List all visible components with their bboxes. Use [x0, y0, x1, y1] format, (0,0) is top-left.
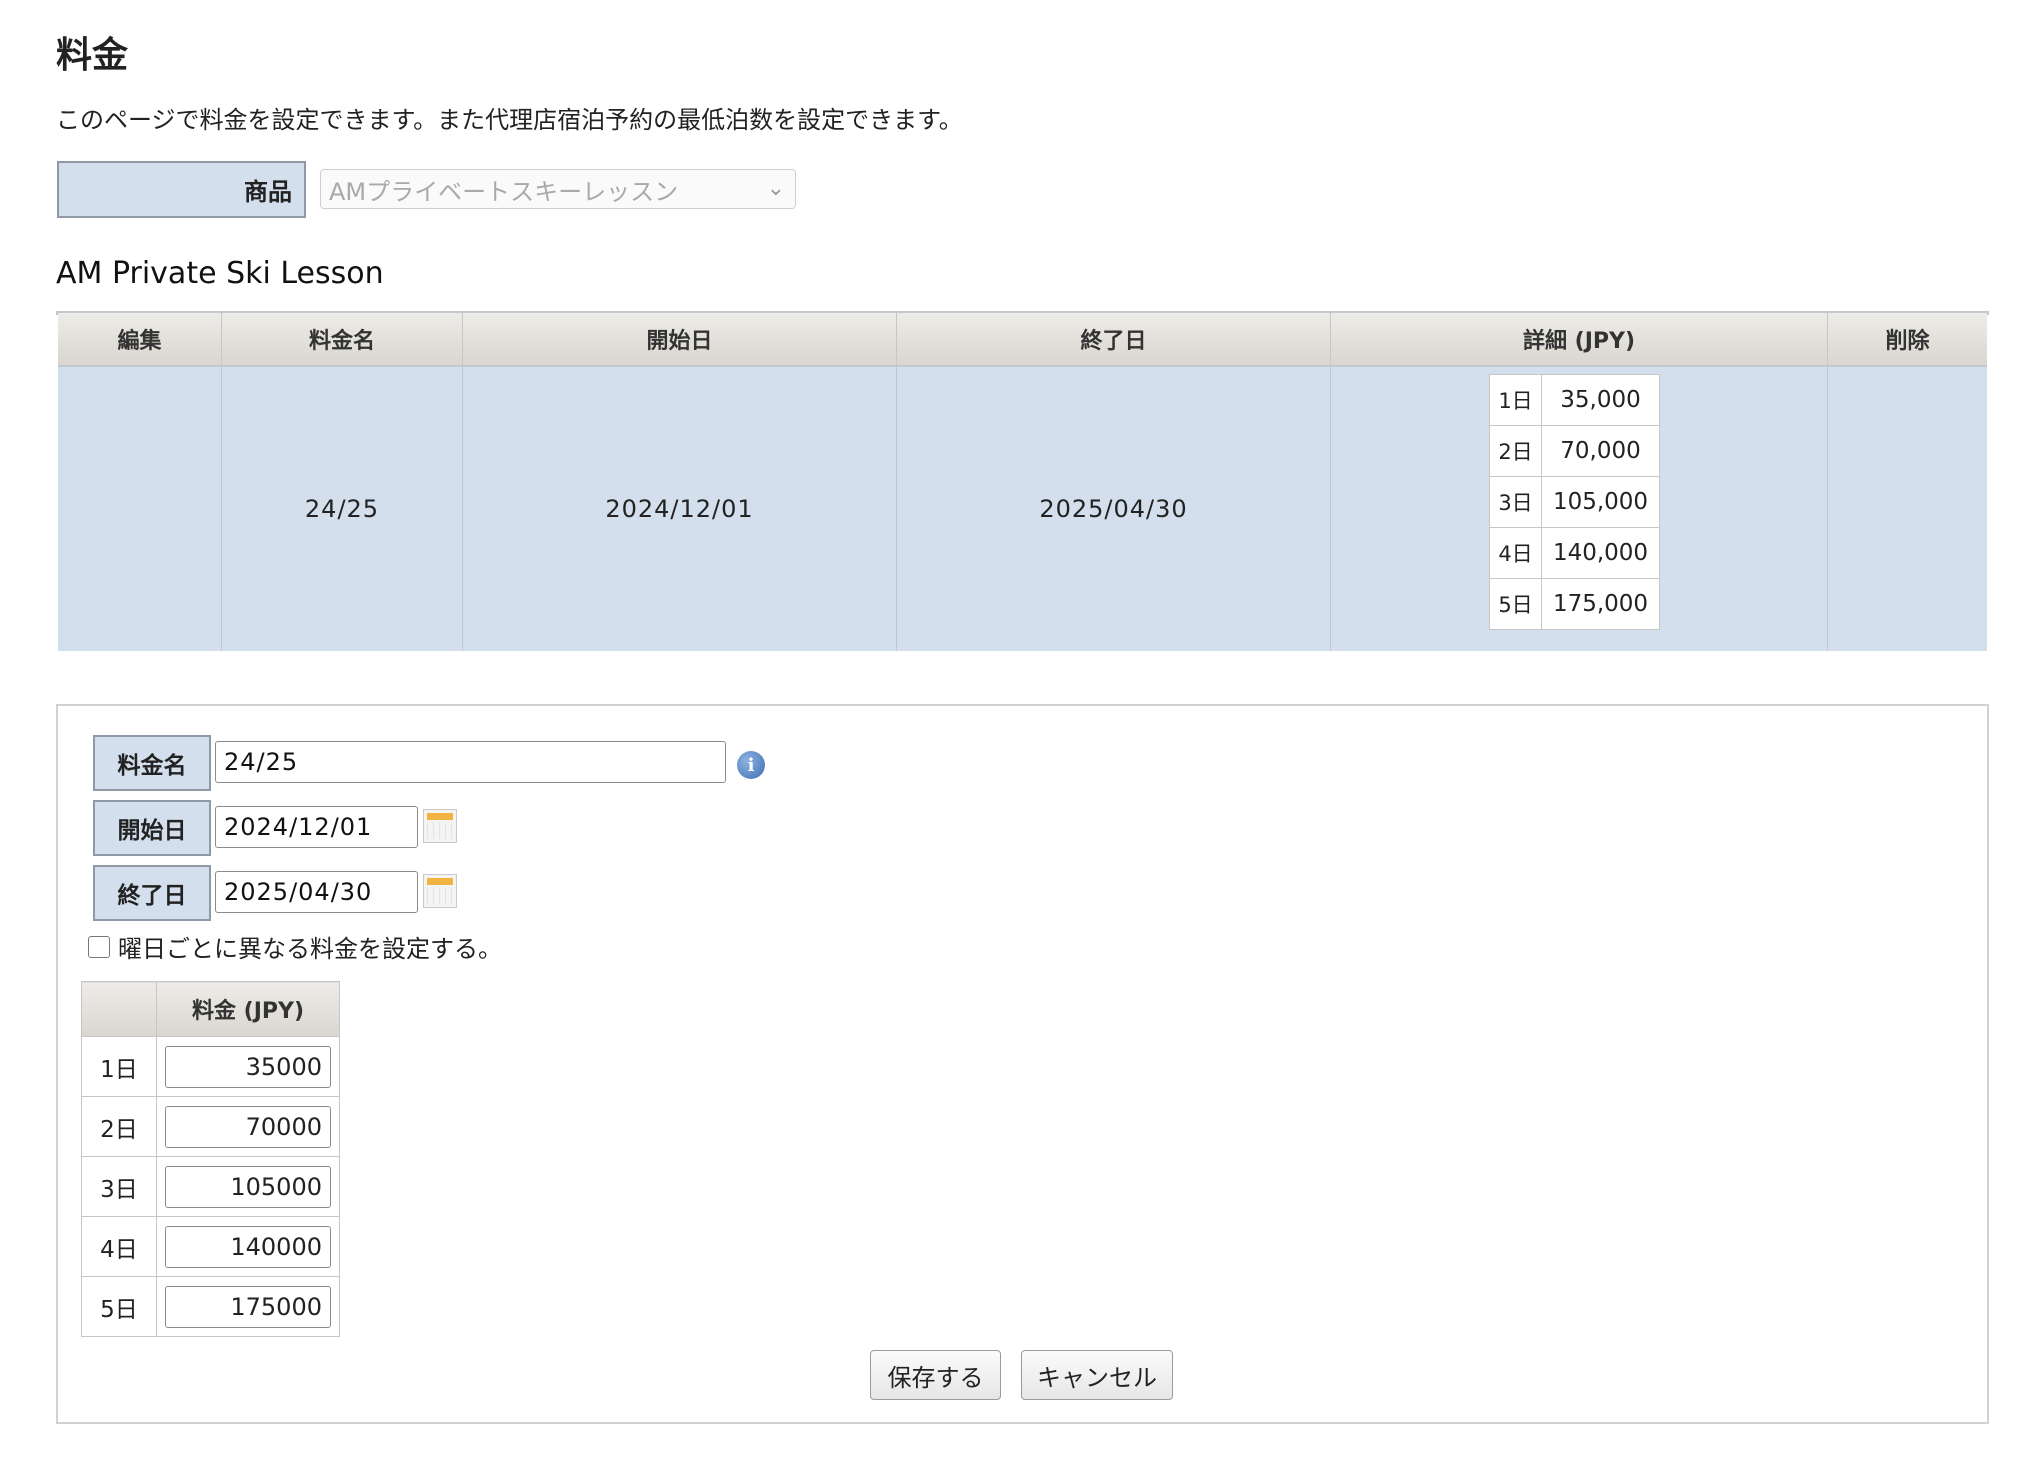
price-input[interactable]: 70000 — [165, 1105, 331, 1148]
rate-day: 3日 — [1489, 476, 1542, 528]
end-date-input[interactable]: 2025/04/30 — [215, 871, 418, 913]
price-header: 料金 (JPY) — [156, 981, 340, 1037]
rate-detail-row: 3日 105,000 — [1489, 476, 1660, 528]
price-table-corner — [81, 981, 157, 1037]
rates-table-header: 編集 料金名 開始日 終了日 詳細 (JPY) 削除 — [58, 313, 1987, 367]
rate-amount: 140,000 — [1541, 527, 1660, 579]
weekday-rate-checkbox-label: 曜日ごとに異なる料金を設定する。 — [118, 935, 502, 963]
rate-detail-row: 4日 140,000 — [1489, 527, 1660, 579]
price-row: 1日 35000 — [81, 1036, 340, 1097]
rate-details-table: 1日 35,000 2日 70,000 3日 105,000 4日 140,000 5日… — [1489, 374, 1660, 630]
product-label: 商品 — [57, 161, 306, 218]
price-input[interactable]: 140000 — [165, 1225, 331, 1268]
price-day: 2日 — [81, 1096, 157, 1157]
rate-detail-row: 1日 35,000 — [1489, 374, 1660, 426]
calendar-icon[interactable] — [423, 874, 457, 908]
header-edit: 編集 — [58, 313, 222, 365]
price-input[interactable]: 175000 — [165, 1285, 331, 1328]
header-rate-name: 料金名 — [222, 313, 463, 365]
page-title: 料金 — [56, 35, 129, 76]
rate-amount: 35,000 — [1541, 374, 1660, 426]
product-select-value: AMプライベートスキーレッスン — [329, 177, 679, 206]
cell-delete[interactable] — [1828, 367, 1987, 651]
start-date-input[interactable]: 2024/12/01 — [215, 806, 418, 848]
page-description: このページで料金を設定できます。また代理店宿泊予約の最低泊数を設定できます。 — [56, 106, 963, 134]
save-button[interactable]: 保存する — [870, 1350, 1001, 1400]
rate-day: 1日 — [1489, 374, 1542, 426]
price-input[interactable]: 105000 — [165, 1165, 331, 1208]
chevron-down-icon: ⌄ — [766, 176, 785, 201]
price-day: 3日 — [81, 1156, 157, 1217]
price-day: 4日 — [81, 1216, 157, 1277]
table-row[interactable]: 24/25 2024/12/01 2025/04/30 — [58, 367, 1987, 651]
rate-name-input[interactable]: 24/25 — [215, 741, 726, 783]
price-row: 4日 140000 — [81, 1216, 340, 1277]
rate-amount: 70,000 — [1541, 425, 1660, 477]
price-row: 3日 105000 — [81, 1156, 340, 1217]
rate-settings-page: 料金 このページで料金を設定できます。また代理店宿泊予約の最低泊数を設定できます… — [0, 0, 2032, 1458]
cell-end-date: 2025/04/30 — [897, 367, 1331, 651]
cell-start-date: 2024/12/01 — [463, 367, 897, 651]
cell-rate-name: 24/25 — [222, 367, 463, 651]
info-icon[interactable]: i — [737, 751, 765, 779]
section-title: AM Private Ski Lesson — [56, 256, 384, 291]
price-table-header: 料金 (JPY) — [81, 981, 340, 1037]
end-date-label: 終了日 — [93, 865, 211, 921]
price-day: 1日 — [81, 1036, 157, 1097]
rate-name-label: 料金名 — [93, 735, 211, 791]
rate-day: 2日 — [1489, 425, 1542, 477]
header-start-date: 開始日 — [463, 313, 897, 365]
header-details: 詳細 (JPY) — [1331, 313, 1828, 365]
weekday-rate-checkbox[interactable] — [88, 935, 110, 958]
cancel-button[interactable]: キャンセル — [1021, 1350, 1173, 1400]
product-select[interactable]: AMプライベートスキーレッスン ⌄ — [320, 169, 796, 209]
weekday-rate-option[interactable]: 曜日ごとに異なる料金を設定する。 — [88, 929, 502, 964]
header-delete: 削除 — [1885, 329, 1930, 354]
price-day: 5日 — [81, 1276, 157, 1337]
header-end-date: 終了日 — [897, 313, 1331, 365]
price-row: 2日 70000 — [81, 1096, 340, 1157]
rates-table: 編集 料金名 開始日 終了日 詳細 (JPY) 削除 24/25 2024/12… — [56, 311, 1989, 651]
rate-amount: 175,000 — [1541, 578, 1660, 630]
rate-amount: 105,000 — [1541, 476, 1660, 528]
price-table: 料金 (JPY) 1日 35000 2日 70000 3日 105000 4日 1400… — [81, 981, 340, 1337]
cell-edit[interactable] — [58, 367, 222, 651]
rate-day: 4日 — [1489, 527, 1542, 579]
rate-detail-row: 5日 175,000 — [1489, 578, 1660, 630]
price-input[interactable]: 35000 — [165, 1045, 331, 1088]
calendar-icon[interactable] — [423, 809, 457, 843]
rate-day: 5日 — [1489, 578, 1542, 630]
start-date-label: 開始日 — [93, 800, 211, 856]
rate-detail-row: 2日 70,000 — [1489, 425, 1660, 477]
price-row: 5日 175000 — [81, 1276, 340, 1337]
